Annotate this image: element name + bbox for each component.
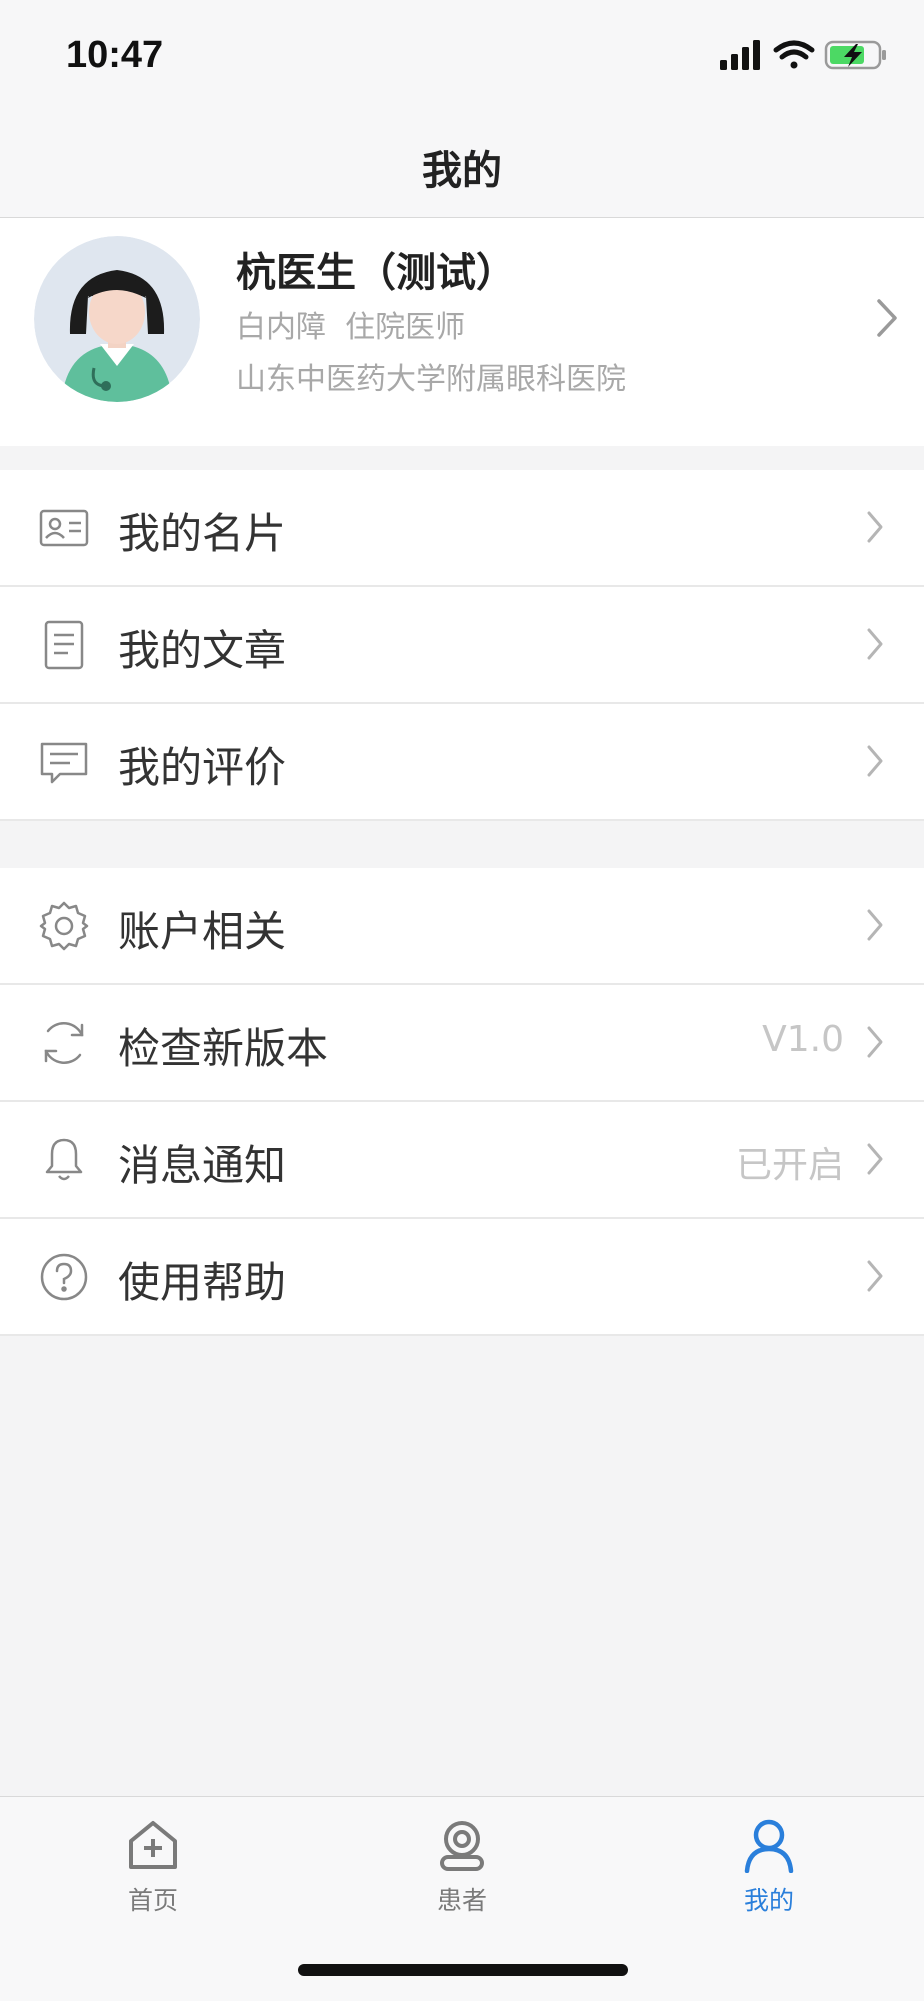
chevron-right-icon	[866, 908, 884, 946]
doctor-avatar	[34, 236, 200, 402]
tab-home[interactable]: 首页	[53, 1817, 253, 1917]
tab-label: 首页	[127, 1886, 178, 1915]
signal-icon	[720, 40, 760, 70]
menu-item-business-card[interactable]: 我的名片	[0, 470, 924, 587]
menu-item-label: 账户相关	[118, 907, 287, 956]
menu-group-settings: 账户相关 检查新版本 V1.0 消息通知 已开启 使用帮助	[0, 868, 924, 1336]
menu-item-notifications[interactable]: 消息通知 已开启	[0, 1102, 924, 1219]
menu-item-label: 我的评价	[118, 743, 287, 792]
business-card-icon	[38, 502, 90, 554]
tab-label: 患者	[436, 1886, 487, 1915]
chevron-right-icon	[866, 1025, 884, 1063]
notification-status: 已开启	[735, 1145, 844, 1186]
menu-item-label: 我的文章	[118, 626, 287, 675]
menu-item-label: 使用帮助	[118, 1258, 287, 1307]
chevron-right-icon	[866, 510, 884, 548]
menu-item-account[interactable]: 账户相关	[0, 868, 924, 985]
help-icon	[38, 1251, 90, 1303]
menu-group-personal: 我的名片 我的文章 我的评价	[0, 470, 924, 821]
tab-patients[interactable]: 患者	[362, 1817, 562, 1917]
status-icons	[720, 38, 890, 74]
menu-item-label: 我的名片	[118, 509, 287, 558]
menu-item-articles[interactable]: 我的文章	[0, 587, 924, 704]
patient-icon	[434, 1821, 490, 1877]
doctor-department-title: 白内障 住院医师	[236, 310, 466, 345]
menu-item-label: 消息通知	[118, 1141, 287, 1190]
battery-charging-icon	[824, 40, 886, 70]
chevron-right-icon	[866, 744, 884, 782]
menu-item-reviews[interactable]: 我的评价	[0, 704, 924, 821]
menu-item-check-version[interactable]: 检查新版本 V1.0	[0, 985, 924, 1102]
chevron-right-icon	[866, 627, 884, 665]
document-icon	[38, 619, 90, 671]
menu-item-help[interactable]: 使用帮助	[0, 1219, 924, 1336]
status-bar: 10:47	[0, 0, 924, 110]
page-title: 我的	[422, 148, 502, 194]
home-indicator	[298, 1964, 628, 1976]
user-icon	[741, 1819, 797, 1877]
tab-label: 我的	[743, 1886, 794, 1915]
wifi-icon	[773, 40, 815, 69]
status-time: 10:47	[66, 34, 164, 76]
comment-icon	[38, 736, 90, 788]
refresh-icon	[38, 1017, 90, 1069]
bell-icon	[38, 1134, 90, 1186]
profile-card[interactable]: 杭医生（测试） 白内障 住院医师 山东中医药大学附属眼科医院	[0, 218, 924, 446]
home-icon	[125, 1821, 181, 1877]
chevron-right-icon	[876, 298, 898, 342]
doctor-hospital: 山东中医药大学附属眼科医院	[236, 362, 626, 397]
menu-item-label: 检查新版本	[118, 1024, 329, 1073]
doctor-name: 杭医生（测试）	[236, 250, 516, 296]
tab-mine[interactable]: 我的	[669, 1817, 869, 1917]
chevron-right-icon	[866, 1142, 884, 1180]
navigation-bar: 我的	[0, 110, 924, 218]
chevron-right-icon	[866, 1259, 884, 1297]
version-value: V1.0	[762, 1019, 844, 1060]
gear-icon	[38, 900, 90, 952]
